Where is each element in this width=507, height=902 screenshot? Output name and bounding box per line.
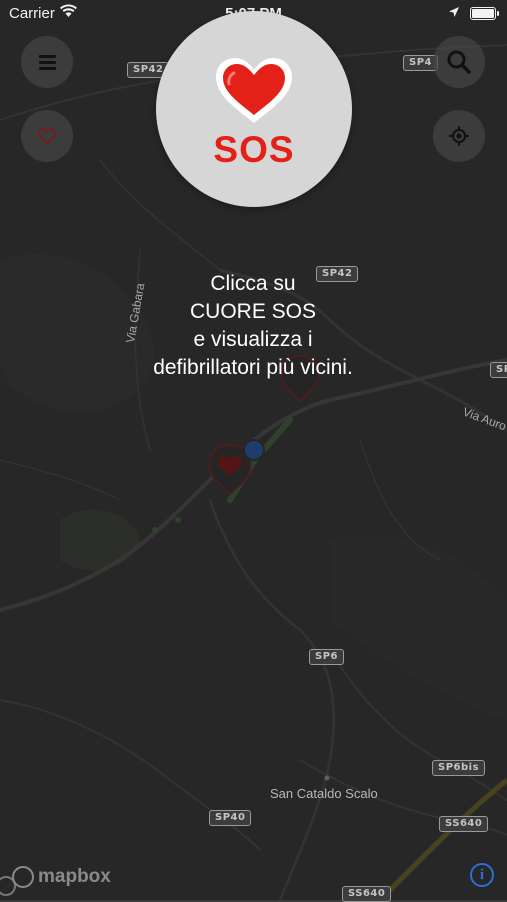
mapbox-icon bbox=[12, 866, 34, 888]
instruction-line: e visualizza i bbox=[193, 328, 313, 351]
instruction-line: defibrillatori più vicini. bbox=[153, 356, 353, 379]
battery-icon bbox=[470, 7, 499, 20]
road-label: SP6bis bbox=[432, 760, 486, 776]
instruction-line: Clicca su bbox=[210, 272, 296, 295]
menu-button[interactable] bbox=[21, 36, 73, 88]
favorites-button[interactable] bbox=[21, 110, 73, 162]
sos-label: SOS bbox=[213, 129, 295, 170]
info-icon[interactable]: i bbox=[470, 863, 494, 887]
hamburger-icon bbox=[38, 52, 56, 73]
instruction-line: CUORE SOS bbox=[189, 300, 317, 323]
heart-icon bbox=[216, 58, 292, 123]
road-label: SS640 bbox=[439, 816, 489, 832]
search-icon bbox=[447, 50, 471, 74]
road-label: SP6 bbox=[309, 649, 344, 665]
road-label: SP bbox=[490, 362, 507, 378]
road-label: SP40 bbox=[209, 810, 252, 826]
user-location-dot bbox=[243, 439, 265, 461]
heart-outline-icon bbox=[38, 128, 56, 145]
sos-button[interactable]: SOS bbox=[156, 11, 352, 207]
crosshair-icon bbox=[449, 126, 469, 146]
instructions-text: Clicca su CUORE SOS e visualizza i defib… bbox=[103, 270, 403, 382]
locate-me-button[interactable] bbox=[433, 110, 485, 162]
search-button[interactable] bbox=[433, 36, 485, 88]
mapbox-logo[interactable]: mapbox bbox=[12, 866, 111, 888]
location-arrow-icon bbox=[449, 7, 459, 17]
town-label: San Cataldo Scalo bbox=[270, 786, 378, 801]
mapbox-wordmark: mapbox bbox=[38, 866, 111, 887]
